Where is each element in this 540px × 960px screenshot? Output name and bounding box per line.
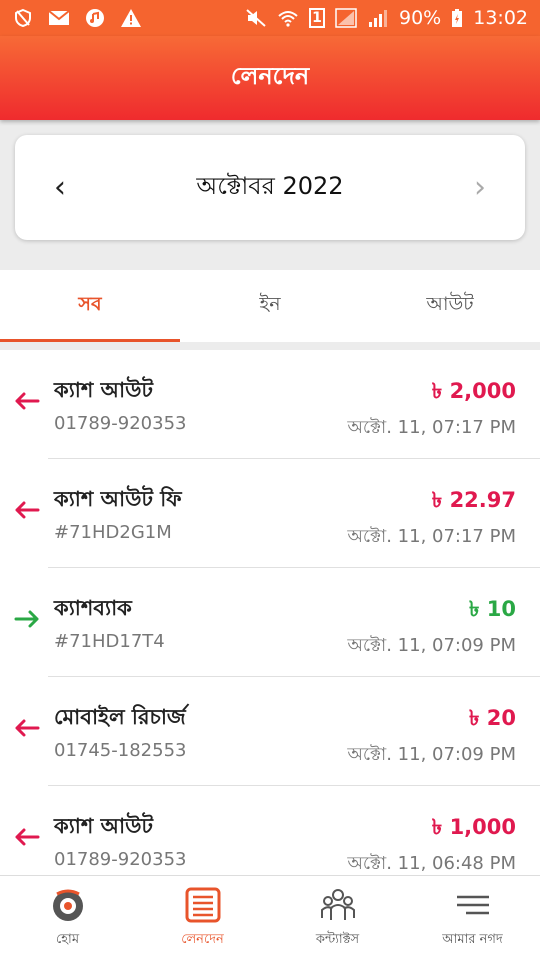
transaction-row[interactable]: ক্যাশব্যাক #71HD17T4 ৳ 10 অক্টো. 11, 07:… xyxy=(0,568,540,677)
transaction-time: অক্টো. 11, 06:48 PM xyxy=(347,853,516,874)
transaction-amount: ৳ 2,000 xyxy=(431,379,516,403)
page-title: লেনদেন xyxy=(230,62,310,90)
shield-icon xyxy=(12,8,34,28)
nav-label: লেনদেন xyxy=(181,931,224,947)
home-icon xyxy=(49,886,87,924)
transaction-amount: ৳ 22.97 xyxy=(431,488,516,512)
mail-icon xyxy=(48,8,70,28)
transaction-row[interactable]: ক্যাশ আউট 01789-920353 ৳ 1,000 অক্টো. 11… xyxy=(0,786,540,875)
nav-contacts[interactable]: কন্ট্যাক্টস xyxy=(270,876,405,960)
filter-tabs: সব ইন আউট xyxy=(0,270,540,342)
transaction-name: ক্যাশ আউট xyxy=(54,378,153,402)
bottom-nav: হোম লেনদেন কন্ট্যাক্টস আমার নগদ xyxy=(0,875,540,960)
transaction-amount: ৳ 10 xyxy=(469,597,516,621)
nav-my-nagad[interactable]: আমার নগদ xyxy=(405,876,540,960)
menu-icon xyxy=(454,886,492,924)
arrow-right-icon xyxy=(12,604,42,634)
music-icon xyxy=(84,8,106,28)
wifi-icon xyxy=(277,8,299,28)
status-bar: 1 90% 13:02 xyxy=(0,0,540,36)
app-bar: লেনদেন xyxy=(0,36,540,120)
month-label: অক্টোবর 2022 xyxy=(196,171,344,200)
arrow-left-icon xyxy=(12,386,42,416)
transaction-reference: 01789-920353 xyxy=(54,849,187,870)
month-selector: ‹ অক্টোবর 2022 › xyxy=(15,135,525,240)
tab-in[interactable]: ইন xyxy=(180,270,360,342)
tab-out[interactable]: আউট xyxy=(360,270,540,342)
transaction-list: ক্যাশ আউট 01789-920353 ৳ 2,000 অক্টো. 11… xyxy=(0,350,540,875)
arrow-left-icon xyxy=(12,822,42,852)
contacts-icon xyxy=(319,886,357,924)
transaction-reference: 01745-182553 xyxy=(54,740,187,761)
nav-label: হোম xyxy=(55,931,80,947)
clock: 13:02 xyxy=(473,7,528,29)
transaction-name: ক্যাশব্যাক xyxy=(54,596,132,620)
transaction-time: অক্টো. 11, 07:09 PM xyxy=(347,635,516,656)
battery-percent: 90% xyxy=(399,7,442,29)
transaction-time: অক্টো. 11, 07:17 PM xyxy=(347,417,516,438)
transaction-reference: #71HD2G1M xyxy=(54,522,172,543)
tab-all[interactable]: সব xyxy=(0,270,180,342)
nav-label: কন্ট্যাক্টস xyxy=(315,931,360,947)
arrow-left-icon xyxy=(12,495,42,525)
warning-icon xyxy=(120,8,142,28)
prev-month-button[interactable]: ‹ xyxy=(45,170,75,205)
transaction-amount: ৳ 20 xyxy=(469,706,516,730)
transaction-time: অক্টো. 11, 07:09 PM xyxy=(347,744,516,765)
mute-icon xyxy=(245,8,267,28)
transaction-time: অক্টো. 11, 07:17 PM xyxy=(347,526,516,547)
transaction-row[interactable]: ক্যাশ আউট 01789-920353 ৳ 2,000 অক্টো. 11… xyxy=(0,350,540,459)
transaction-row[interactable]: ক্যাশ আউট ফি #71HD2G1M ৳ 22.97 অক্টো. 11… xyxy=(0,459,540,568)
signal-bars-icon xyxy=(367,8,389,28)
transaction-reference: 01789-920353 xyxy=(54,413,187,434)
nav-transactions[interactable]: লেনদেন xyxy=(135,876,270,960)
next-month-button[interactable]: › xyxy=(465,170,495,205)
signal-icon xyxy=(335,8,357,28)
transaction-name: ক্যাশ আউট ফি xyxy=(54,487,182,511)
battery-icon xyxy=(451,8,463,28)
sim-icon: 1 xyxy=(309,8,325,28)
transaction-reference: #71HD17T4 xyxy=(54,631,165,652)
transaction-name: মোবাইল রিচার্জ xyxy=(54,705,186,729)
nav-home[interactable]: হোম xyxy=(0,876,135,960)
transactions-icon xyxy=(184,886,222,924)
transaction-name: ক্যাশ আউট xyxy=(54,814,153,838)
transaction-amount: ৳ 1,000 xyxy=(431,815,516,839)
nav-label: আমার নগদ xyxy=(442,931,503,947)
transaction-row[interactable]: মোবাইল রিচার্জ 01745-182553 ৳ 20 অক্টো. … xyxy=(0,677,540,786)
arrow-left-icon xyxy=(12,713,42,743)
